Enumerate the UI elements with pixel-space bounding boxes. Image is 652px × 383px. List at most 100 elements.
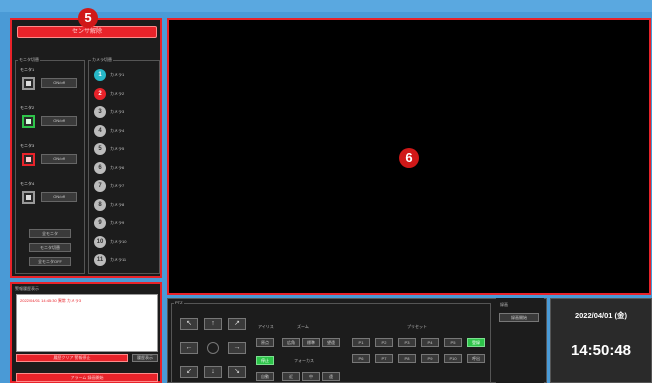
preset-button[interactable]: P6	[352, 354, 370, 363]
monitor-1-button[interactable]: ON/off	[41, 78, 77, 88]
camera-button[interactable]: 4	[94, 124, 106, 137]
arrow-up-right-icon[interactable]: ↗	[228, 318, 246, 330]
alarm-record-button[interactable]: アラーム 録画開始	[16, 373, 158, 382]
camera-label: カメラ6	[110, 164, 125, 170]
focus-mid-button[interactable]: 中	[302, 372, 320, 381]
monitor-label: モニタ1	[20, 67, 35, 72]
focus-far-button[interactable]: 遠	[322, 372, 340, 381]
preset-button[interactable]: P7	[375, 354, 393, 363]
record-panel: 録画 録画開始	[496, 298, 544, 383]
monitor-1-toggle[interactable]	[22, 77, 35, 90]
camera-button[interactable]: 8	[94, 198, 106, 211]
monitor-switch-button[interactable]: モニタ切替	[29, 243, 71, 252]
ptz-center-icon[interactable]	[207, 342, 219, 354]
arrow-up-icon[interactable]: ↑	[204, 318, 222, 330]
focus-label: フォーカス	[294, 358, 314, 363]
camera-button[interactable]: 9	[94, 217, 106, 229]
arrow-down-left-icon[interactable]: ↙	[180, 366, 198, 378]
camera-button[interactable]: 3	[94, 106, 106, 118]
stop-button[interactable]: 停止	[256, 356, 274, 365]
callout-badge-6: 6	[399, 148, 419, 168]
camera-button[interactable]: 5	[94, 143, 106, 155]
camera-label: カメラ4	[110, 127, 125, 133]
clear-log-button[interactable]: 履歴クリア 警報停止	[16, 354, 128, 362]
monitor-group: モニタ切替 モニタ1 ON/off モニタ2 ON/off モニタ3 ON/of…	[15, 57, 85, 274]
auto-button[interactable]: 自動	[256, 372, 274, 381]
monitor-4: モニタ4 ON/off	[20, 181, 82, 213]
camera-item[interactable]: 10 カメラ10	[94, 235, 154, 248]
camera-item[interactable]: 2 カメラ2	[94, 87, 154, 100]
all-monitors-off-button[interactable]: 全モニタOFF	[29, 257, 71, 266]
home-button[interactable]: 原点	[256, 338, 274, 347]
iris-label: アイリス	[258, 324, 274, 329]
monitor-label: モニタ4	[20, 181, 35, 186]
zoom-std-button[interactable]: 標準	[302, 338, 320, 347]
time-display: 14:50:48	[570, 342, 632, 359]
arrow-down-right-icon[interactable]: ↘	[228, 366, 246, 378]
log-label: 警報履歴表示	[15, 286, 39, 291]
date-display: 2022/04/01 (金)	[574, 311, 628, 320]
camera-label: カメラ2	[110, 90, 125, 96]
camera-item[interactable]: 4 カメラ4	[94, 124, 154, 137]
camera-item[interactable]: 11 カメラ11	[94, 254, 154, 266]
camera-button[interactable]: 7	[94, 180, 106, 192]
camera-button[interactable]: 6	[94, 161, 106, 174]
record-label: 録画	[500, 302, 508, 307]
control-panel: センサ解除 モニタ切替 モニタ1 ON/off モニタ2 ON/off モニタ3…	[10, 18, 162, 278]
camera-button[interactable]: 1	[94, 69, 106, 81]
monitor-3-toggle[interactable]	[22, 153, 35, 166]
monitor-4-toggle[interactable]	[22, 191, 35, 204]
camera-item[interactable]: 7 カメラ7	[94, 180, 154, 192]
camera-label: カメラ1	[110, 72, 125, 77]
record-start-button[interactable]: 録画開始	[499, 313, 539, 322]
all-monitors-button[interactable]: 全モニタ	[29, 229, 71, 238]
camera-button[interactable]: 11	[94, 254, 106, 266]
show-log-button[interactable]: 履歴表示	[132, 354, 158, 362]
monitor-2-toggle[interactable]	[22, 115, 35, 128]
monitor-label: モニタ2	[20, 105, 35, 110]
ptz-panel: PTZ ↖ ↑ ↗ ← → ↙ ↓ ↘ アイリス 原点 停止 自動 ズーム 広角…	[167, 298, 547, 383]
ptz-label: PTZ	[174, 300, 184, 305]
preset-button[interactable]: P10	[444, 354, 462, 363]
log-box: 2022/04/01 14:45:30 異常 カメラ3	[16, 294, 158, 352]
arrow-up-left-icon[interactable]: ↖	[180, 318, 198, 330]
preset-button[interactable]: P4	[421, 338, 439, 347]
camera-group-label: カメラ切替	[91, 57, 113, 63]
zoom-wide-button[interactable]: 広角	[282, 338, 300, 347]
monitor-3-button[interactable]: ON/off	[41, 154, 77, 164]
preset-button[interactable]: P1	[352, 338, 370, 347]
monitor-group-label: モニタ切替	[18, 57, 40, 63]
preset-button[interactable]: 呼出	[467, 354, 485, 363]
preset-button[interactable]: P8	[398, 354, 416, 363]
monitor-4-button[interactable]: ON/off	[41, 192, 77, 202]
monitor-1: モニタ1 ON/off	[20, 67, 82, 99]
camera-group: カメラ切替 1 カメラ1 2 カメラ2 3 カメラ3 4 カメラ4 5 カメラ5 6 カメラ6 7 カメラ…	[88, 57, 160, 274]
camera-item[interactable]: 5 カメラ5	[94, 143, 154, 155]
zoom-tele-button[interactable]: 望遠	[322, 338, 340, 347]
camera-label: カメラ7	[110, 183, 125, 188]
top-bar	[0, 0, 652, 12]
camera-item[interactable]: 3 カメラ3	[94, 106, 154, 118]
camera-item[interactable]: 8 カメラ8	[94, 198, 154, 211]
camera-label: カメラ5	[110, 146, 125, 151]
arrow-left-icon[interactable]: ←	[180, 342, 198, 354]
preset-label: プリセット	[407, 324, 427, 329]
zoom-label: ズーム	[297, 324, 309, 329]
arrow-right-icon[interactable]: →	[228, 342, 246, 354]
camera-item[interactable]: 9 カメラ9	[94, 217, 154, 229]
focus-near-button[interactable]: 近	[282, 372, 300, 381]
monitor-2: モニタ2 ON/off	[20, 105, 82, 137]
camera-item[interactable]: 1 カメラ1	[94, 69, 154, 81]
preset-button[interactable]: P9	[421, 354, 439, 363]
preset-button[interactable]: P3	[398, 338, 416, 347]
preset-button[interactable]: P5	[444, 338, 462, 347]
camera-button[interactable]: 10	[94, 235, 106, 248]
camera-item[interactable]: 6 カメラ6	[94, 161, 154, 174]
camera-label: カメラ9	[110, 220, 125, 225]
monitor-2-button[interactable]: ON/off	[41, 116, 77, 126]
arrow-down-icon[interactable]: ↓	[204, 366, 222, 378]
preset-button[interactable]: P2	[375, 338, 393, 347]
camera-button[interactable]: 2	[94, 87, 106, 100]
monitor-3: モニタ3 ON/off	[20, 143, 82, 175]
preset-button[interactable]: 登録	[467, 338, 485, 347]
